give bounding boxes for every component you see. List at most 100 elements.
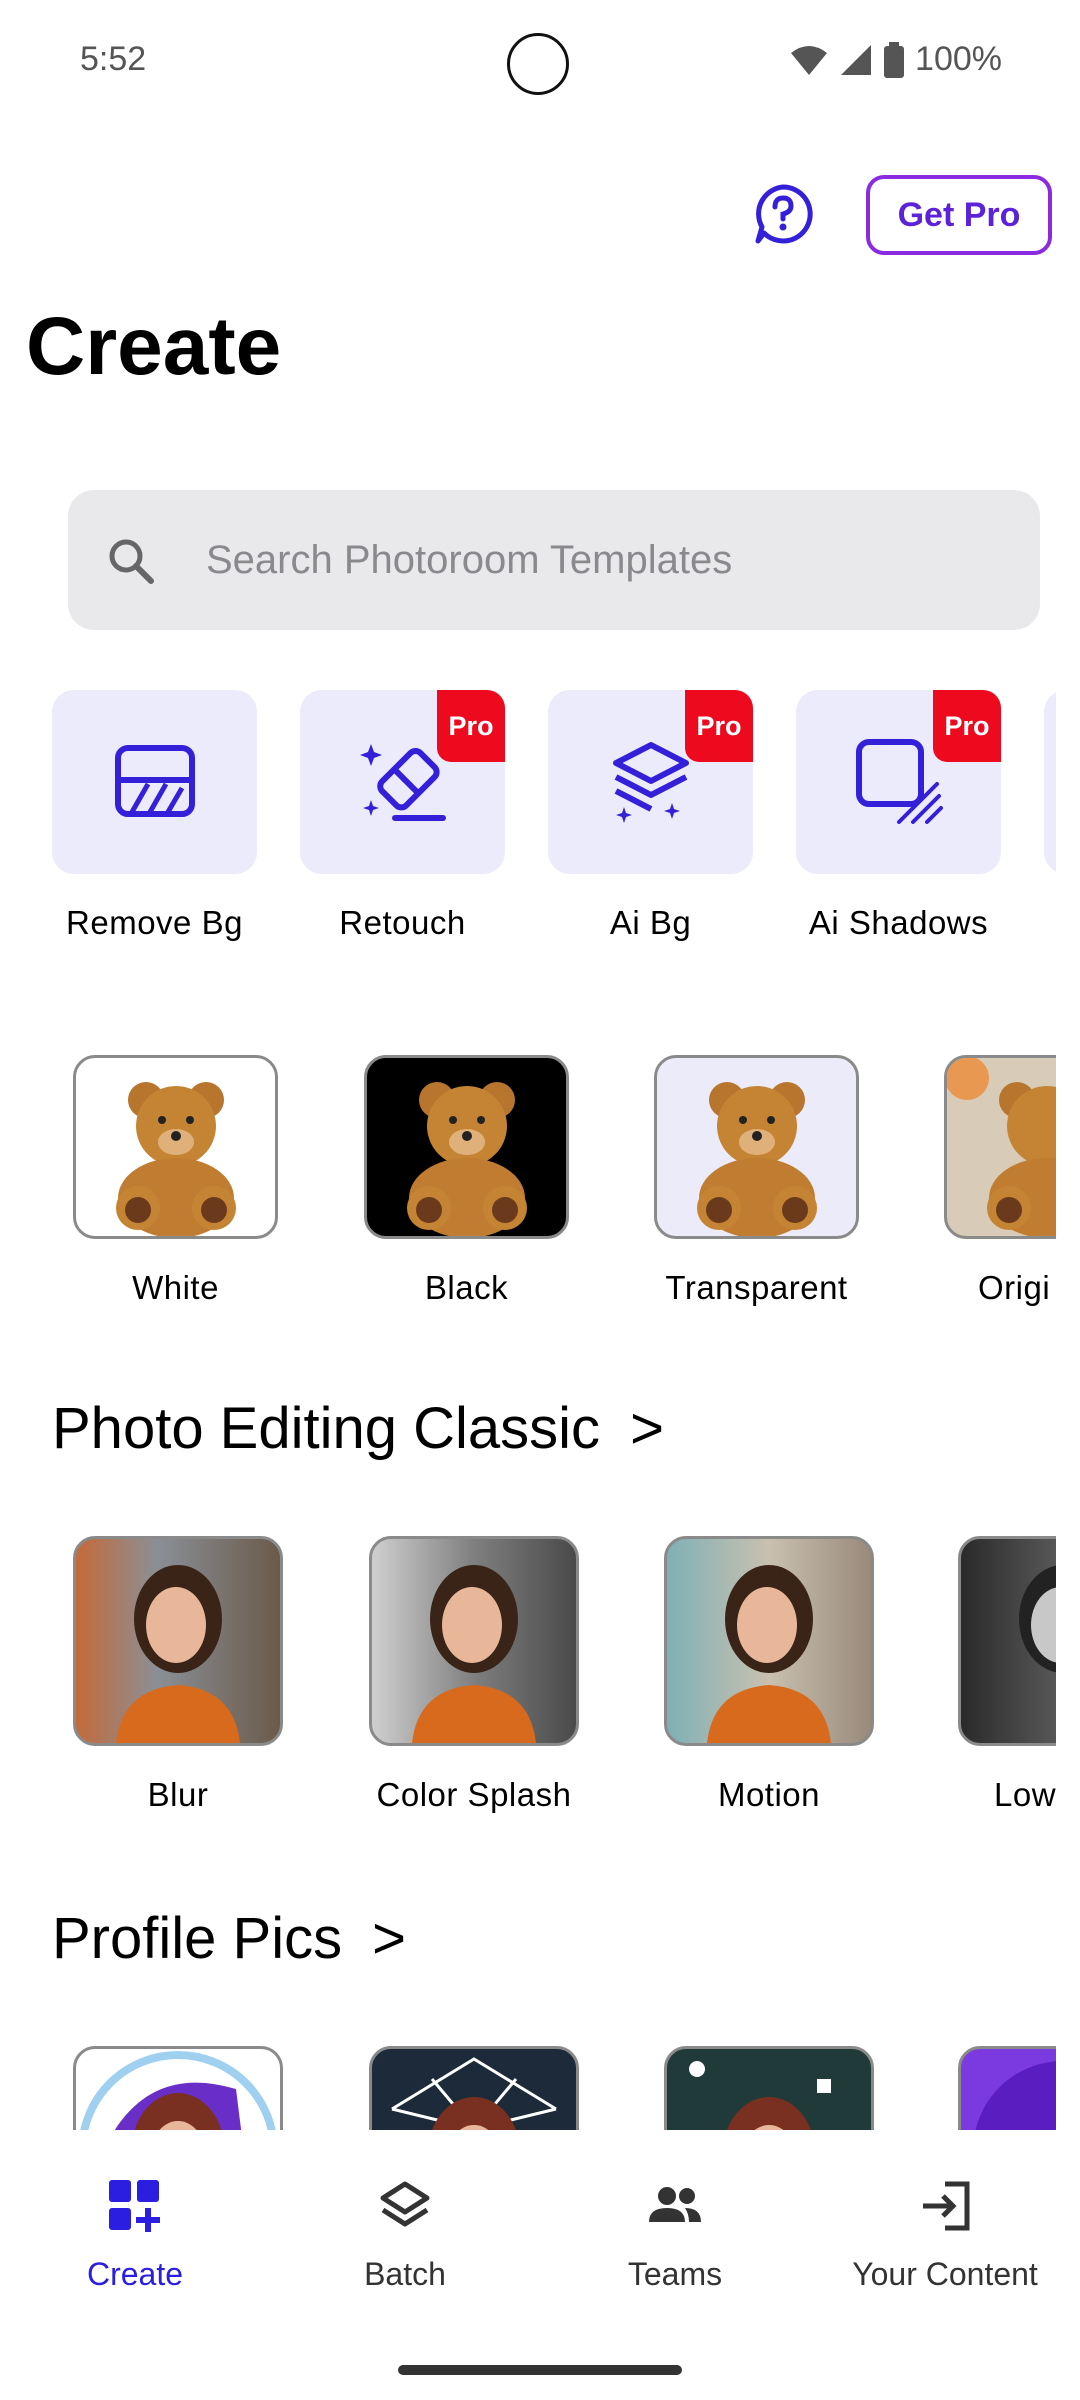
- nav-label: Teams: [627, 2256, 723, 2292]
- search-input[interactable]: [206, 490, 1006, 630]
- profile-image: [391, 2057, 557, 2130]
- tool-label: Retouch: [339, 904, 466, 941]
- scroll-edge: [1056, 0, 1080, 2130]
- nav-create[interactable]: Create: [0, 2130, 270, 2330]
- profile-thumbnail: [369, 2046, 579, 2130]
- profile-pics-row: [0, 2046, 1056, 2130]
- chevron-right-icon: >: [372, 1906, 406, 1971]
- bg-option-label: Black: [424, 1269, 509, 1306]
- bg-option-original[interactable]: Origi: [944, 1055, 1056, 1307]
- create-grid-icon: [109, 2180, 160, 2232]
- bottom-navigation: Create Batch Teams Your Content: [0, 2130, 1080, 2330]
- bg-option-label: Origi: [978, 1269, 1051, 1306]
- background-options-row: White Black Transparent Origi: [0, 1055, 1056, 1315]
- tool-label: Remove Bg: [66, 904, 243, 941]
- profile-image: [975, 2061, 1056, 2130]
- tool-retouch[interactable]: Pro Retouch: [300, 690, 505, 942]
- status-indicators: 100%: [789, 40, 1002, 79]
- tool-tile: [1044, 690, 1056, 874]
- tool-label: Ai Bg: [609, 904, 692, 941]
- portrait-thumbnail: [369, 1536, 579, 1746]
- get-pro-button[interactable]: Get Pro: [866, 175, 1052, 255]
- bg-option-transparent[interactable]: Transparent: [654, 1055, 859, 1307]
- portrait-image: [116, 1565, 240, 1743]
- tool-ai-bg[interactable]: Pro Ai Bg: [548, 690, 753, 942]
- tool-tile: [52, 690, 257, 874]
- page-title: Create: [26, 301, 282, 392]
- pro-badge: Pro: [685, 690, 753, 762]
- template-label: Low: [994, 1776, 1056, 1813]
- tool-partial[interactable]: [1044, 690, 1056, 874]
- bg-option-label: Transparent: [665, 1269, 848, 1306]
- status-time: 5:52: [80, 40, 147, 78]
- bg-option-black[interactable]: Black: [364, 1055, 569, 1307]
- remove-bg-icon: [114, 745, 195, 817]
- portrait-thumbnail: [664, 1536, 874, 1746]
- help-icon[interactable]: [752, 183, 814, 245]
- wifi-icon: [791, 45, 828, 75]
- people-icon: [649, 2187, 701, 2222]
- template-profile-4[interactable]: [958, 2046, 1056, 2130]
- template-label: Blur: [147, 1776, 209, 1813]
- tool-remove-bg[interactable]: Remove Bg: [52, 690, 257, 942]
- nav-label: Create: [86, 2256, 184, 2292]
- bg-option-label: White: [132, 1269, 219, 1306]
- portrait-image: [412, 1565, 536, 1743]
- search-bar[interactable]: [68, 490, 1040, 630]
- template-label: Color Splash: [376, 1776, 572, 1813]
- template-blur[interactable]: Blur: [73, 1536, 283, 1814]
- portrait-image: [1019, 1565, 1056, 1673]
- home-indicator[interactable]: [398, 2365, 682, 2375]
- teddy-bear-image: [116, 1082, 236, 1236]
- teddy-bear-thumbnail: [654, 1055, 859, 1239]
- template-profile-1[interactable]: [73, 2046, 283, 2130]
- pro-badge: Pro: [437, 690, 505, 762]
- template-motion[interactable]: Motion: [664, 1536, 874, 1814]
- tool-tile: Pro: [300, 690, 505, 874]
- camera-cutout: [507, 33, 569, 95]
- signal-icon: [841, 44, 872, 75]
- profile-thumbnail: [73, 2046, 283, 2130]
- pro-badge: Pro: [933, 690, 1001, 762]
- profile-thumbnail: [958, 2046, 1056, 2130]
- chevron-right-icon: >: [630, 1396, 664, 1461]
- teddy-bear-image: [407, 1082, 527, 1236]
- teddy-bear-image: [697, 1082, 817, 1236]
- template-profile-2[interactable]: [369, 2046, 579, 2130]
- template-label: Motion: [717, 1776, 821, 1813]
- teddy-bear-image: [947, 1058, 1056, 1236]
- teddy-bear-thumbnail: [73, 1055, 278, 1239]
- template-low[interactable]: Low: [958, 1536, 1056, 1814]
- profile-image: [689, 2061, 831, 2130]
- teddy-bear-thumbnail: [944, 1055, 1056, 1239]
- tool-tile: Pro: [796, 690, 1001, 874]
- login-arrow-icon: [923, 2181, 970, 2231]
- nav-your-content[interactable]: Your Content: [810, 2130, 1080, 2330]
- tool-label: Ai Shadows: [808, 904, 989, 941]
- bg-option-white[interactable]: White: [73, 1055, 278, 1307]
- nav-teams[interactable]: Teams: [540, 2130, 810, 2330]
- nav-label: Your Content: [852, 2256, 1038, 2292]
- template-color-splash[interactable]: Color Splash: [369, 1536, 579, 1814]
- portrait-thumbnail: [958, 1536, 1056, 1746]
- nav-batch[interactable]: Batch: [270, 2130, 540, 2330]
- photo-editing-row: Blur Color Splash Motion Low: [0, 1536, 1056, 1826]
- section-title: Photo Editing Classic: [52, 1396, 601, 1461]
- profile-thumbnail: [664, 2046, 874, 2130]
- teddy-bear-thumbnail: [364, 1055, 569, 1239]
- nav-label: Batch: [364, 2256, 446, 2292]
- portrait-image: [707, 1565, 831, 1743]
- tools-row: Remove Bg Pro Retouch Pro Ai Bg Pro Ai S…: [0, 690, 1056, 950]
- layers-icon: [380, 2181, 430, 2227]
- tool-ai-shadows[interactable]: Pro Ai Shadows: [796, 690, 1001, 942]
- portrait-thumbnail: [73, 1536, 283, 1746]
- section-header-profile-pics[interactable]: Profile Pics >: [52, 1905, 406, 1972]
- tool-tile: Pro: [548, 690, 753, 874]
- template-profile-3[interactable]: [664, 2046, 874, 2130]
- layers-sparkle-icon: [612, 742, 689, 823]
- battery-percent: 100%: [915, 40, 1002, 78]
- battery-icon: [884, 41, 905, 78]
- profile-image: [80, 2051, 276, 2130]
- section-header-photo-editing-classic[interactable]: Photo Editing Classic >: [52, 1395, 664, 1462]
- section-title: Profile Pics: [52, 1906, 343, 1971]
